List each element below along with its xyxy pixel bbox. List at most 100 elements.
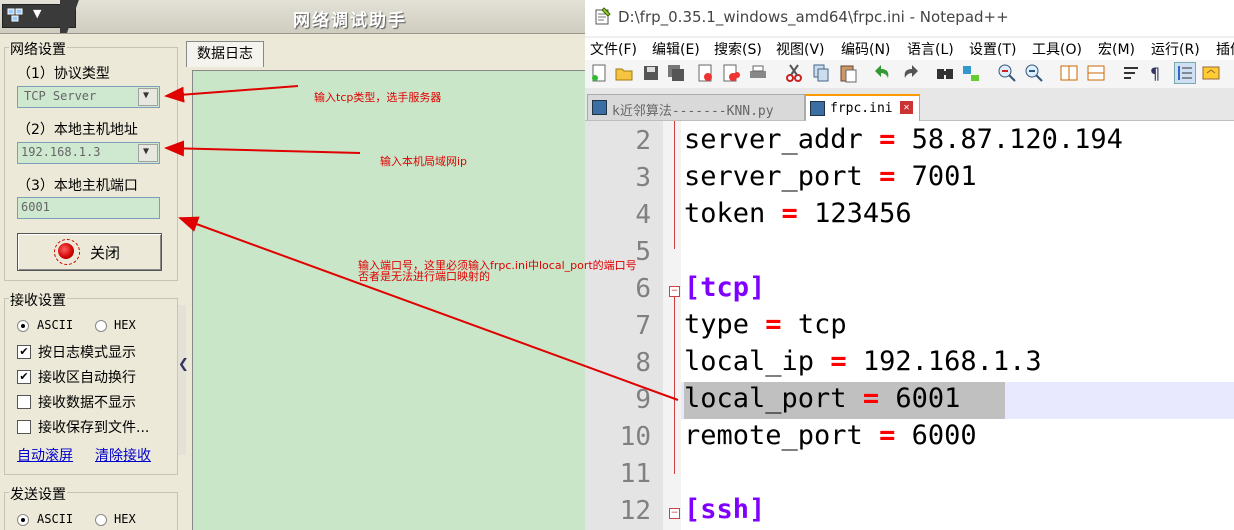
- indent-guide-icon[interactable]: [1174, 62, 1196, 84]
- code-line: type = tcp: [684, 309, 847, 340]
- host-dropdown-button[interactable]: ▼: [138, 144, 158, 162]
- ini-key: local_ip: [684, 346, 815, 377]
- ini-value: 123456: [814, 198, 912, 229]
- menu-tools[interactable]: 工具(O): [1032, 39, 1082, 59]
- menu-settings[interactable]: 设置(T): [969, 39, 1016, 59]
- user-lang-icon[interactable]: [1201, 63, 1221, 83]
- protocol-label: （1）协议类型: [17, 66, 110, 82]
- receive-ascii-radio[interactable]: [17, 320, 29, 332]
- copy-icon[interactable]: [811, 63, 831, 83]
- chevron-left-icon: ❮: [178, 357, 189, 372]
- new-file-icon[interactable]: [589, 63, 609, 83]
- undo-icon[interactable]: [873, 63, 893, 83]
- protocol-dropdown-button[interactable]: ▼: [138, 88, 158, 106]
- note-port-line2: 否者是无法进行端口映射的: [358, 270, 490, 283]
- zoom-out-icon[interactable]: [1024, 63, 1044, 83]
- auto-scroll-link[interactable]: 自动滚屏: [17, 445, 73, 465]
- auto-wrap-checkbox[interactable]: ✔: [17, 370, 31, 384]
- print-icon[interactable]: [748, 63, 768, 83]
- receive-hex-radio[interactable]: [95, 320, 107, 332]
- menu-encoding[interactable]: 编码(N): [841, 39, 890, 59]
- note-protocol: 输入tcp类型，选手服务器: [314, 91, 442, 104]
- ini-key: token: [684, 198, 766, 229]
- ini-equals: =: [765, 309, 782, 340]
- svg-text:¶: ¶: [1150, 64, 1160, 83]
- close-tab-icon[interactable]: ✕: [900, 101, 913, 114]
- receive-ascii-label: ASCII: [37, 318, 74, 332]
- panel-splitter[interactable]: ❮: [178, 305, 189, 455]
- port-value: 6001: [21, 200, 50, 214]
- menu-search[interactable]: 搜索(S): [714, 39, 762, 59]
- line-number: 8: [635, 348, 651, 378]
- ini-value: 192.168.1.3: [862, 346, 1042, 377]
- app-title: 网络调试助手: [293, 11, 407, 31]
- zoom-in-icon[interactable]: [997, 63, 1017, 83]
- word-wrap-icon[interactable]: [1121, 63, 1141, 83]
- menu-run[interactable]: 运行(R): [1151, 39, 1200, 59]
- npp-title-bar: D:\frp_0.35.1_windows_amd64\frpc.ini - N…: [585, 0, 1234, 36]
- hide-data-checkbox[interactable]: [17, 395, 31, 409]
- save-to-file-checkbox[interactable]: [17, 420, 31, 434]
- log-mode-checkbox[interactable]: ✔: [17, 345, 31, 359]
- log-display-area[interactable]: [192, 70, 585, 530]
- ini-equals: =: [862, 383, 880, 414]
- host-select[interactable]: 192.168.1.3 ▼: [17, 142, 160, 164]
- clear-receive-link[interactable]: 清除接收: [95, 445, 151, 465]
- network-icon: [7, 8, 23, 22]
- save-all-icon[interactable]: [666, 63, 686, 83]
- ini-value: 6000: [911, 420, 977, 451]
- ini-equals: =: [879, 124, 896, 155]
- hide-data-label: 接收数据不显示: [38, 395, 136, 411]
- sync-horizontal-icon[interactable]: [1086, 63, 1106, 83]
- fold-collapse-icon[interactable]: −: [669, 508, 680, 519]
- find-icon[interactable]: [935, 63, 955, 83]
- tab-data-log[interactable]: 数据日志: [186, 41, 264, 67]
- menu-plugins[interactable]: 插件: [1216, 39, 1234, 59]
- replace-icon[interactable]: [961, 63, 981, 83]
- close-all-icon[interactable]: [721, 63, 741, 83]
- protocol-select[interactable]: TCP Server ▼: [17, 86, 160, 108]
- send-ascii-label: ASCII: [37, 512, 74, 526]
- send-settings-label: 发送设置: [9, 484, 67, 504]
- code-editor[interactable]: − − 2 3 4 5 6 7 8 9 10 11 12 server_addr…: [585, 121, 1234, 530]
- dropdown-arrow-icon: ▼: [33, 7, 42, 20]
- menu-file[interactable]: 文件(F): [590, 39, 637, 59]
- chevron-down-icon: ▼: [143, 90, 150, 101]
- paste-icon[interactable]: [838, 63, 858, 83]
- menu-macro[interactable]: 宏(M): [1098, 39, 1135, 59]
- redo-icon[interactable]: [900, 63, 920, 83]
- tab-knn-py[interactable]: k近邻算法-------KNN.py: [587, 94, 805, 120]
- line-number: 6: [635, 274, 651, 304]
- line-number: 10: [619, 422, 651, 452]
- menu-edit[interactable]: 编辑(E): [652, 39, 700, 59]
- line-number: 11: [619, 459, 651, 489]
- menu-view[interactable]: 视图(V): [776, 39, 825, 59]
- ini-key: remote_port: [684, 420, 863, 451]
- open-file-icon[interactable]: [614, 63, 634, 83]
- close-file-icon[interactable]: [695, 63, 715, 83]
- npp-window-title: D:\frp_0.35.1_windows_amd64\frpc.ini - N…: [618, 8, 1009, 26]
- port-input[interactable]: 6001: [17, 197, 160, 219]
- send-ascii-radio[interactable]: [17, 514, 29, 526]
- fold-margin: [663, 121, 681, 530]
- ini-key: type: [684, 309, 750, 340]
- close-connection-button[interactable]: 关闭: [17, 233, 162, 271]
- npp-toolbar: ¶: [585, 60, 1234, 88]
- ini-section-tcp: [tcp]: [684, 272, 766, 303]
- show-all-chars-icon[interactable]: ¶: [1146, 63, 1166, 83]
- send-hex-radio[interactable]: [95, 514, 107, 526]
- fold-line: [674, 297, 675, 474]
- ini-equals: =: [830, 346, 847, 377]
- protocol-value: TCP Server: [24, 89, 97, 103]
- sync-vertical-icon[interactable]: [1059, 63, 1079, 83]
- line-number: 2: [635, 126, 651, 156]
- code-line: token = 123456: [684, 198, 912, 229]
- menu-language[interactable]: 语言(L): [907, 39, 954, 59]
- cut-icon[interactable]: [784, 63, 804, 83]
- save-icon[interactable]: [641, 63, 661, 83]
- ini-section-ssh: [ssh]: [684, 494, 766, 525]
- ini-equals: =: [879, 420, 896, 451]
- port-label: （3）本地主机端口: [17, 178, 138, 194]
- fold-collapse-icon[interactable]: −: [669, 286, 680, 297]
- tab-frpc-ini[interactable]: frpc.ini ✕: [805, 94, 920, 121]
